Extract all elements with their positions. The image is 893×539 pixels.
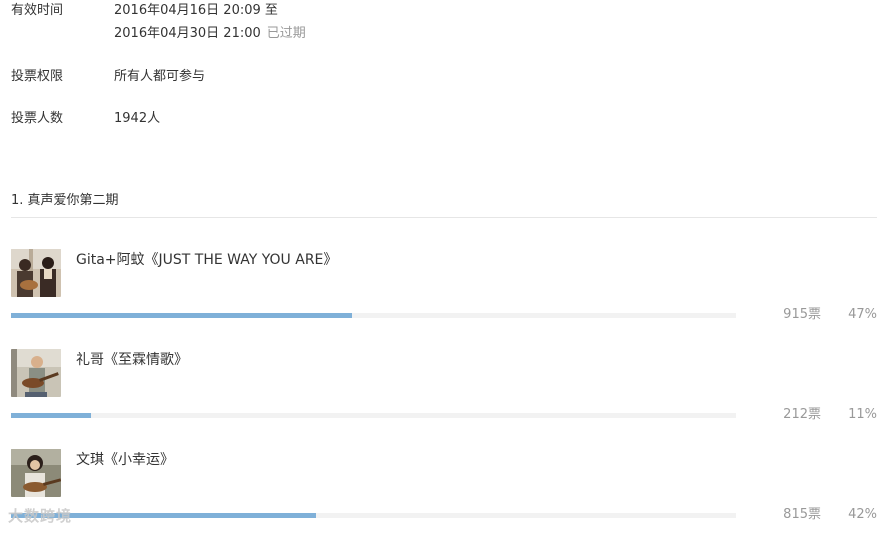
vote-count: 815票 [783,507,821,522]
vote-count: 212票 [783,407,821,422]
vote-option[interactable]: 礼哥《至霖情歌》 212票 11% [11,349,877,439]
option-label: Gita+阿蚊《JUST THE WAY YOU ARE》 [76,252,338,268]
vote-progress-bar [11,513,736,518]
valid-time-start: 2016年04月16日 20:09 至 [114,3,278,18]
vote-percent: 47% [848,307,877,322]
permission-label: 投票权限 [11,69,64,84]
vote-option[interactable]: Gita+阿蚊《JUST THE WAY YOU ARE》 915票 47% [11,249,877,339]
option-thumbnail [11,449,61,497]
option-thumbnail [11,249,61,297]
vote-progress-fill [11,413,91,418]
voter-count-value: 1942人 [114,111,161,126]
voter-count-label: 投票人数 [11,111,64,126]
vote-count: 915票 [783,307,821,322]
watermark: 大数跨境 [8,507,73,525]
valid-time-end: 2016年04月30日 21:00 [114,26,261,41]
option-label: 礼哥《至霖情歌》 [76,352,188,368]
vote-progress-fill [11,313,352,318]
valid-time-label: 有效时间 [11,3,64,18]
permission-value: 所有人都可参与 [114,69,206,84]
vote-progress-bar [11,413,736,418]
vote-percent: 42% [848,507,877,522]
vote-progress-bar [11,313,736,318]
vote-option[interactable]: 文琪《小幸运》 815票 42% [11,449,877,539]
valid-time-end-line: 2016年04月30日 21:00 已过期 [114,23,306,45]
vote-percent: 11% [848,407,877,422]
option-label: 文琪《小幸运》 [76,452,174,468]
option-thumbnail [11,349,61,397]
expired-status: 已过期 [266,26,306,41]
divider [11,217,877,218]
question-title: 1. 真声爱你第二期 [11,193,119,208]
